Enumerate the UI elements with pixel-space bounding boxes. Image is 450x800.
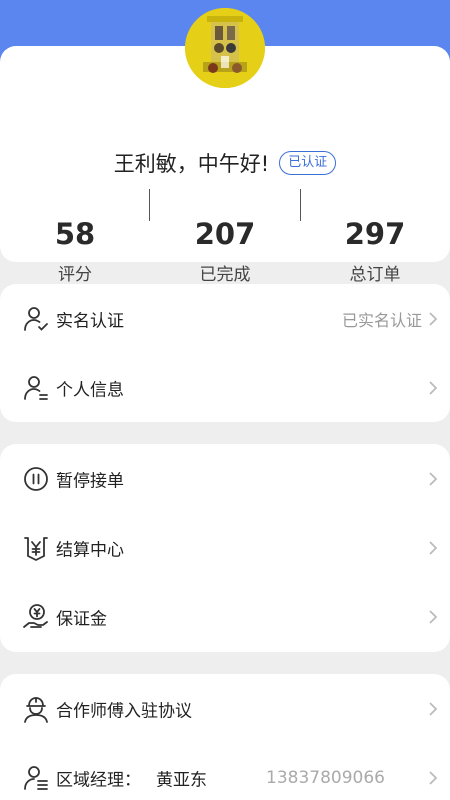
menu-item-settlement-center[interactable]: 结算中心 — [0, 513, 450, 582]
menu-item-area-manager[interactable]: 区域经理： 黄亚东 13837809066 — [0, 743, 450, 800]
menu-item-personal-info[interactable]: 个人信息 — [0, 353, 450, 422]
verified-badge: 已认证 — [279, 151, 337, 175]
menu-item-label: 保证金 — [56, 609, 107, 629]
menu-item-label: 结算中心 — [56, 540, 124, 560]
chevron-right-icon — [428, 770, 438, 786]
menu-item-label: 个人信息 — [56, 380, 124, 400]
manager-name: 黄亚东 — [156, 770, 207, 790]
stat-total-orders-value: 297 — [344, 217, 406, 251]
stat-total-orders[interactable]: 297 总订单 — [300, 216, 450, 285]
account-card: 实名认证 已实名认证 个人信息 — [0, 284, 450, 422]
chevron-right-icon — [428, 380, 438, 396]
stat-rating-label: 评分 — [58, 265, 92, 285]
manager-phone[interactable]: 13837809066 — [266, 768, 385, 788]
stat-rating-value: 58 — [54, 217, 96, 251]
stat-completed[interactable]: 207 已完成 — [150, 216, 300, 285]
menu-item-partner-agreement[interactable]: 合作师傅入驻协议 — [0, 674, 450, 743]
pause-circle-icon — [22, 465, 50, 493]
work-card: 暂停接单 结算中心 保证金 — [0, 444, 450, 652]
menu-item-real-name[interactable]: 实名认证 已实名认证 — [0, 284, 450, 353]
stat-completed-label: 已完成 — [199, 265, 251, 285]
menu-item-deposit[interactable]: 保证金 — [0, 582, 450, 651]
avatar-image — [185, 8, 265, 88]
yen-hand-icon — [22, 603, 50, 631]
chevron-right-icon — [428, 471, 438, 487]
menu-item-label: 实名认证 — [56, 311, 124, 331]
stat-divider — [300, 189, 301, 221]
greeting-row: 王利敏，中午好! 已认证 — [0, 148, 450, 178]
greeting-text: 王利敏，中午好! — [113, 152, 270, 176]
real-name-status: 已实名认证 — [341, 310, 422, 330]
menu-item-label: 合作师傅入驻协议 — [56, 701, 192, 721]
menu-item-label: 暂停接单 — [56, 471, 124, 491]
manager-icon — [22, 764, 50, 792]
chevron-right-icon — [428, 540, 438, 556]
stat-total-orders-label: 总订单 — [349, 265, 401, 285]
chevron-right-icon — [428, 311, 438, 327]
menu-item-label: 区域经理： — [56, 770, 141, 790]
partner-card: 合作师傅入驻协议 区域经理： 黄亚东 13837809066 — [0, 674, 450, 800]
menu-item-pause-orders[interactable]: 暂停接单 — [0, 444, 450, 513]
user-check-icon — [22, 305, 50, 333]
chevron-right-icon — [428, 701, 438, 717]
user-info-icon — [22, 374, 50, 402]
avatar[interactable] — [185, 8, 265, 88]
stat-completed-value: 207 — [194, 217, 256, 251]
chevron-right-icon — [428, 609, 438, 625]
worker-helmet-icon — [22, 695, 50, 723]
stat-divider — [149, 189, 150, 221]
stat-rating[interactable]: 58 评分 — [0, 216, 150, 285]
yen-shield-icon — [22, 534, 50, 562]
